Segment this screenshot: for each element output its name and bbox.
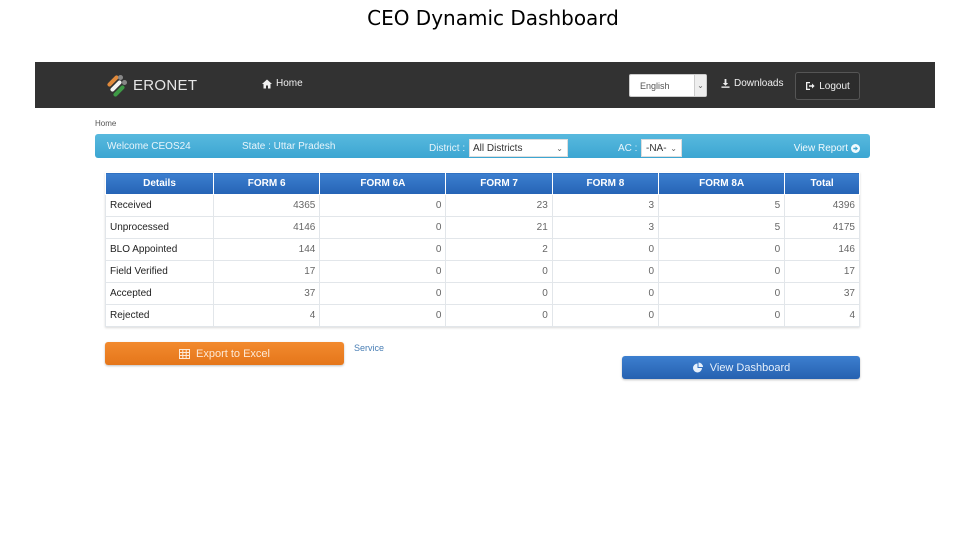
view-report-link[interactable]: View Report	[794, 143, 860, 154]
table-cell: 0	[551, 260, 660, 283]
table-cell: 0	[658, 238, 786, 261]
nav-downloads-link[interactable]: Downloads	[721, 78, 783, 89]
chevron-down-icon: ⌄	[694, 75, 706, 96]
table-row: Field Verified 17 0 0 0 0 17	[105, 260, 860, 283]
column-header-total: Total	[784, 172, 860, 195]
column-header-details: Details	[105, 172, 214, 195]
table-cell: 0	[319, 238, 447, 261]
column-header-form6a: FORM 6A	[319, 172, 447, 195]
view-dashboard-label: View Dashboard	[709, 361, 791, 374]
table-row: Accepted 37 0 0 0 0 37	[105, 282, 860, 305]
state-text: State : Uttar Pradesh	[242, 141, 336, 152]
brand[interactable]: ERONET	[106, 72, 197, 98]
table-cell: 0	[319, 216, 447, 239]
table-cell: 144	[212, 238, 321, 261]
breadcrumb-home[interactable]: Home	[95, 119, 116, 128]
logout-icon	[806, 82, 815, 90]
home-icon	[262, 79, 272, 88]
pie-chart-icon	[692, 362, 703, 372]
nav-home-label: Home	[276, 78, 303, 89]
logout-button[interactable]: Logout	[795, 72, 860, 100]
table-cell: 3	[551, 216, 660, 239]
table-cell: 4	[212, 304, 321, 327]
table-row: BLO Appointed 144 0 2 0 0 146	[105, 238, 860, 261]
table-cell: 0	[445, 304, 553, 327]
export-label: Export to Excel	[196, 347, 270, 360]
nav-home-link[interactable]: Home	[262, 78, 303, 89]
district-select[interactable]: All Districts ⌄	[469, 139, 568, 157]
ac-select[interactable]: -NA- ⌄	[641, 139, 682, 157]
table-cell: 23	[445, 194, 553, 217]
chevron-down-icon: ⌄	[556, 143, 563, 153]
table-cell: 17	[784, 260, 860, 283]
table-cell: 37	[784, 282, 860, 305]
table-cell: 0	[551, 282, 660, 305]
table-cell: 5	[658, 194, 786, 217]
table-cell: 0	[551, 304, 660, 327]
column-header-form6: FORM 6	[212, 172, 321, 195]
table-cell: 4	[784, 304, 860, 327]
breadcrumb: Home	[95, 119, 116, 128]
view-report-label: View Report	[793, 143, 848, 154]
view-dashboard-button[interactable]: View Dashboard	[622, 356, 860, 379]
table-cell: 0	[319, 304, 447, 327]
table-cell: 0	[445, 260, 553, 283]
ac-selected: -NA-	[646, 142, 667, 154]
row-label: Accepted	[105, 282, 214, 305]
export-to-excel-button[interactable]: Export to Excel	[105, 342, 344, 365]
table-cell: 21	[445, 216, 553, 239]
table-cell: 4396	[784, 194, 860, 217]
table-cell: 0	[319, 194, 447, 217]
slide-title: CEO Dynamic Dashboard	[367, 6, 619, 30]
column-header-form7: FORM 7	[445, 172, 553, 195]
brand-name: ERONET	[133, 76, 198, 94]
table-cell: 17	[212, 260, 321, 283]
table-row: Received 4365 0 23 3 5 4396	[105, 194, 860, 217]
table-cell: 3	[551, 194, 660, 217]
district-selected: All Districts	[473, 142, 523, 154]
welcome-text: Welcome CEOS24	[107, 141, 191, 152]
service-link[interactable]: Service	[354, 343, 384, 353]
table-cell: 0	[445, 282, 553, 305]
district-label: District :	[429, 143, 466, 154]
row-label: Field Verified	[105, 260, 214, 283]
table-cell: 0	[319, 282, 447, 305]
table-cell: 4146	[212, 216, 321, 239]
table-cell: 2	[445, 238, 553, 261]
table-row: Rejected 4 0 0 0 0 4	[105, 304, 860, 327]
table-cell: 37	[212, 282, 321, 305]
row-label: Rejected	[105, 304, 214, 327]
table-cell: 0	[319, 260, 447, 283]
download-icon	[721, 79, 730, 88]
table-cell: 4175	[784, 216, 860, 239]
info-bar: Welcome CEOS24 State : Uttar Pradesh Dis…	[95, 134, 870, 158]
table-cell: 0	[658, 260, 786, 283]
top-navbar: ERONET Home English ⌄ Downloads Logout	[35, 62, 935, 108]
forms-summary-table: Details FORM 6 FORM 6A FORM 7 FORM 8 FOR…	[105, 172, 860, 327]
table-cell: 4365	[212, 194, 321, 217]
chevron-down-icon: ⌄	[670, 143, 677, 153]
table-cell: 146	[784, 238, 860, 261]
nav-downloads-label: Downloads	[734, 78, 784, 89]
column-header-form8a: FORM 8A	[658, 172, 786, 195]
table-header-row: Details FORM 6 FORM 6A FORM 7 FORM 8 FOR…	[105, 172, 860, 195]
table-cell: 0	[551, 238, 660, 261]
eronet-logo-icon	[106, 73, 129, 98]
row-label: BLO Appointed	[105, 238, 214, 261]
table-cell: 0	[658, 304, 786, 327]
logout-label: Logout	[819, 80, 850, 92]
table-row: Unprocessed 4146 0 21 3 5 4175	[105, 216, 860, 239]
column-header-form8: FORM 8	[551, 172, 660, 195]
row-label: Unprocessed	[105, 216, 214, 239]
ac-label: AC :	[618, 143, 638, 154]
table-cell: 5	[658, 216, 786, 239]
table-cell: 0	[658, 282, 786, 305]
table-grid-icon	[179, 348, 190, 359]
arrow-circle-right-icon	[851, 144, 860, 153]
row-label: Received	[105, 194, 214, 217]
language-selected: English	[640, 80, 670, 91]
language-select[interactable]: English ⌄	[629, 74, 707, 97]
